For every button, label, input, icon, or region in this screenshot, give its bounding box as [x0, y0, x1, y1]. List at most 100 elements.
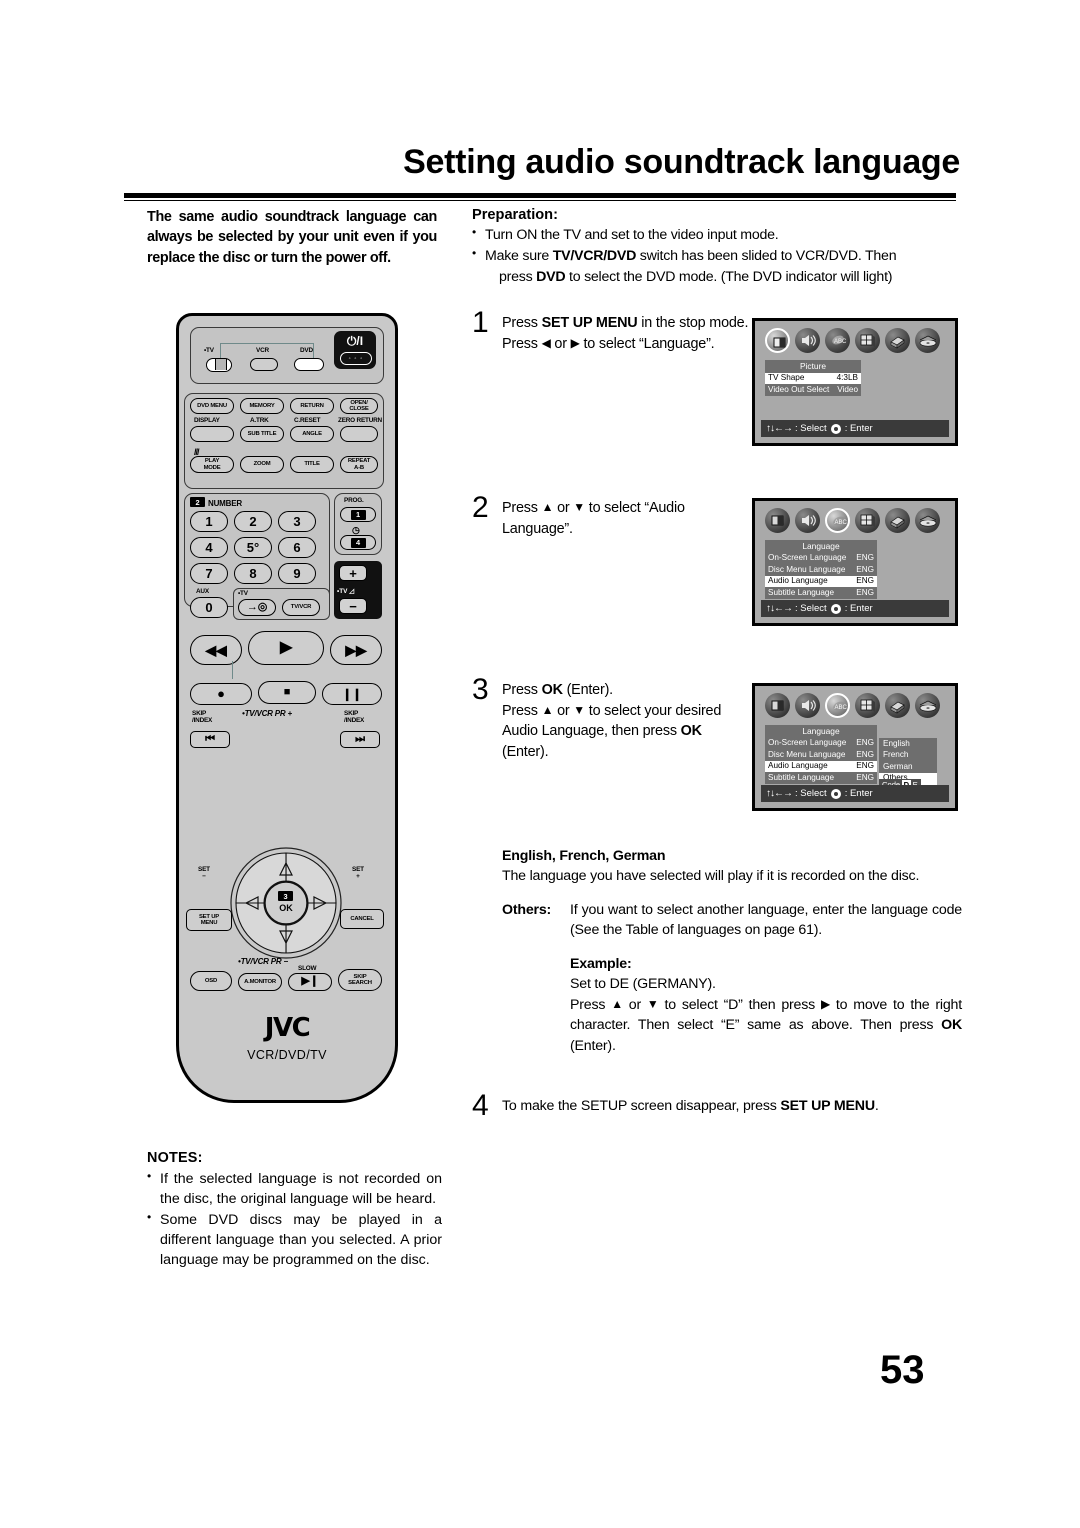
number-3-button[interactable]: 3	[278, 511, 316, 532]
osd3-sub-english[interactable]: English	[879, 738, 937, 750]
picture-icon[interactable]	[765, 328, 790, 353]
s2a: Press	[502, 500, 542, 516]
play-mode-button[interactable]: PLAY MODE	[190, 456, 234, 473]
play-button[interactable]: ▶	[248, 631, 324, 665]
display-button[interactable]	[190, 426, 234, 442]
dvd-menu-button[interactable]: DVD MENU	[190, 398, 234, 414]
disc-icon[interactable]	[915, 508, 940, 533]
notes-block: NOTES: • If the selected language is not…	[147, 1150, 442, 1270]
osd1-row-video-out[interactable]: Video Out Select Video	[765, 384, 861, 396]
sub-title-button[interactable]: SUB TITLE	[240, 426, 284, 442]
record-button[interactable]: ●	[190, 683, 252, 705]
osd2-menu: Language On-Screen Language ENG Disc Men…	[765, 540, 877, 599]
zero-return-button[interactable]	[340, 426, 378, 442]
osd2-row-audio[interactable]: Audio Language ENG	[765, 575, 877, 588]
language-icon[interactable]: ABC	[825, 693, 850, 718]
explanation-body: The language you have selected will play…	[502, 868, 920, 885]
number-0-button[interactable]: 0	[190, 597, 228, 618]
stop-button[interactable]: ■	[258, 681, 316, 704]
audio-icon[interactable]	[795, 328, 820, 353]
preparation-title: Preparation:	[472, 207, 558, 223]
skip-search-button[interactable]: SKIP SEARCH	[338, 969, 382, 991]
up-arrow-icon: ▲	[611, 996, 623, 1011]
osd3-row-audio[interactable]: Audio Language ENG	[765, 760, 877, 773]
set-up-menu-button[interactable]: SET UP MENU	[186, 909, 232, 931]
display-icon[interactable]	[855, 693, 880, 718]
repeat-ab-button[interactable]: REPEAT A-B	[340, 456, 378, 473]
disc-icon[interactable]	[915, 693, 940, 718]
tv-vcr-button[interactable]: TV/VCR	[282, 599, 320, 616]
osd1-hint-bar: ↑↓←→ : Select : Enter	[761, 420, 949, 437]
osd3-row-discmenu[interactable]: Disc Menu Language ENG	[765, 749, 877, 761]
osd3-row-2-value: ENG	[856, 761, 874, 771]
picture-icon[interactable]	[765, 693, 790, 718]
osd2-row-discmenu[interactable]: Disc Menu Language ENG	[765, 564, 877, 576]
prep2-b: TV/VCR/DVD	[552, 248, 637, 265]
step-3-text: Press OK (Enter). Press ▲ or ▼ to select…	[502, 680, 750, 763]
skip-index-left-button[interactable]: ⏮	[190, 731, 230, 748]
osd3-row-onscreen[interactable]: On-Screen Language ENG	[765, 738, 877, 750]
return-button[interactable]: RETURN	[290, 398, 334, 414]
tv-volume-down-button[interactable]: −	[339, 598, 367, 614]
memory-button[interactable]: MEMORY	[240, 398, 284, 414]
number-8-button[interactable]: 8	[234, 563, 272, 584]
number-1-button[interactable]: 1	[190, 511, 228, 532]
tv-volume-up-button[interactable]: +	[339, 565, 367, 581]
display-icon[interactable]	[855, 508, 880, 533]
prog-4-button[interactable]: 4	[340, 535, 376, 550]
enter-button-icon	[830, 788, 841, 799]
osd2-row-1-label: Disc Menu Language	[768, 564, 846, 574]
disc-icon[interactable]	[915, 328, 940, 353]
osd3-sub-french[interactable]: French	[879, 750, 937, 762]
angle-button[interactable]: ANGLE	[290, 426, 334, 442]
osd-icon-row: ABC	[765, 693, 940, 718]
audio-icon[interactable]	[795, 508, 820, 533]
number-6-button[interactable]: 6	[278, 537, 316, 558]
open-close-button[interactable]: OPEN/CLOSE	[340, 398, 378, 414]
dvd-button[interactable]	[294, 358, 324, 371]
cancel-button[interactable]: CANCEL	[340, 909, 384, 929]
osd3-submenu: English French German Others	[879, 738, 937, 785]
pause-button[interactable]: ❙❙	[322, 683, 382, 705]
fast-forward-button[interactable]: ▶▶	[330, 635, 382, 665]
display-icon[interactable]	[855, 328, 880, 353]
others-icon[interactable]	[885, 328, 910, 353]
osd2-row-3-value: ENG	[856, 587, 874, 597]
audio-icon[interactable]	[795, 693, 820, 718]
osd2-row-subtitle[interactable]: Subtitle Language ENG	[765, 587, 877, 599]
osd-button[interactable]: OSD	[190, 971, 232, 991]
number-5-button[interactable]: 5°	[234, 537, 272, 558]
step-1-number: 1	[472, 306, 489, 339]
number-label: NUMBER	[208, 499, 242, 508]
number-2-button[interactable]: 2	[234, 511, 272, 532]
power-button[interactable]: ◦ ◦ ◦	[340, 352, 372, 365]
title-button[interactable]: TITLE	[290, 456, 334, 473]
language-icon[interactable]: ABC	[825, 508, 850, 533]
osd1-row-tv-shape[interactable]: TV Shape 4:3LB	[765, 372, 861, 385]
osd2-row-onscreen[interactable]: On-Screen Language ENG	[765, 553, 877, 565]
step-1-text: Press SET UP MENU in the stop mode. Pres…	[502, 313, 750, 354]
zoom-button[interactable]: ZOOM	[240, 456, 284, 473]
number-9-button[interactable]: 9	[278, 563, 316, 584]
bullet-glyph: •	[147, 1169, 152, 1183]
ok-label[interactable]: OK	[230, 903, 342, 913]
skip-index-right-button[interactable]: ⏭	[340, 731, 380, 748]
others-icon[interactable]	[885, 508, 910, 533]
s4c: .	[874, 1098, 879, 1114]
osd3-row-3-value: ENG	[856, 772, 874, 782]
number-7-button[interactable]: 7	[190, 563, 228, 584]
tv-vcr-dvd-switch[interactable]	[206, 358, 232, 372]
osd3-sub-german[interactable]: German	[879, 761, 937, 773]
vcr-button[interactable]	[250, 358, 278, 371]
picture-icon[interactable]	[765, 508, 790, 533]
osd3-row-subtitle[interactable]: Subtitle Language ENG	[765, 772, 877, 784]
language-icon[interactable]: ABC	[825, 328, 850, 353]
number-4-button[interactable]: 4	[190, 537, 228, 558]
slow-button[interactable]: ▶❙	[288, 973, 332, 991]
svg-text:ABC: ABC	[834, 339, 847, 345]
tv-input-button[interactable]: →◎	[238, 599, 276, 616]
prog-1-button[interactable]: 1	[340, 507, 376, 522]
others-icon[interactable]	[885, 693, 910, 718]
amonitor-button[interactable]: A.MONITOR	[238, 973, 282, 991]
atrk-label: A.TRK	[250, 417, 269, 424]
